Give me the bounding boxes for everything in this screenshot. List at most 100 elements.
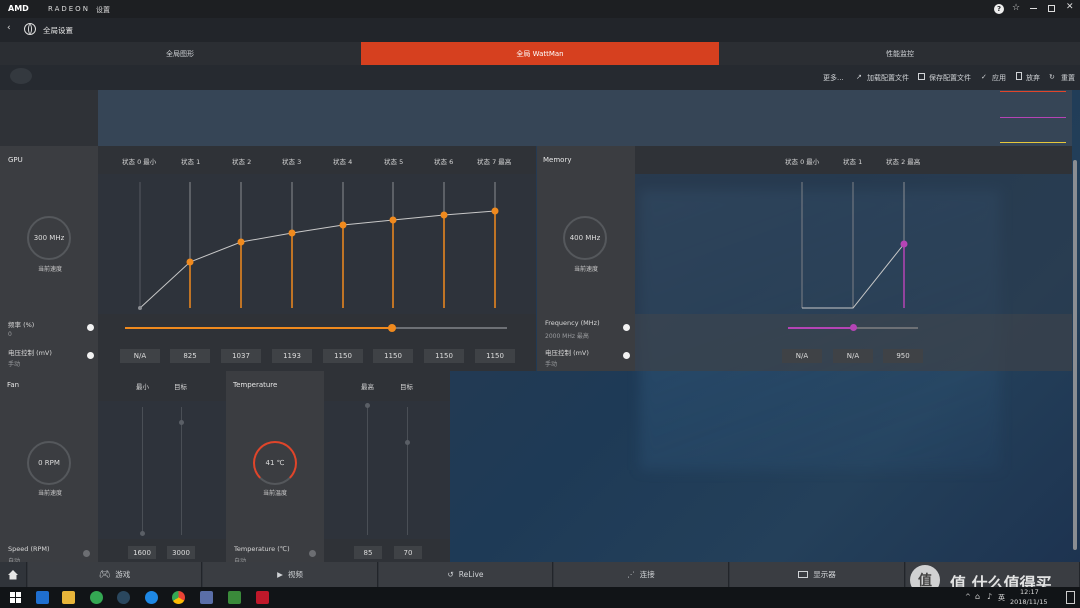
nav-relive-label: ReLive [458,570,484,579]
browser-blue-icon[interactable] [145,591,158,604]
clock-date[interactable]: 2018/11/15 [1010,598,1047,606]
nav-display[interactable]: 显示器 [730,562,905,587]
gpu-voltage-state-5[interactable]: 1150 [373,349,413,363]
temperature-target-value[interactable]: 70 [394,546,422,559]
ime-indicator[interactable]: 英 [998,593,1005,603]
gpu-frequency-toggle[interactable] [87,324,94,331]
memory-frequency-thumb[interactable] [849,324,857,331]
gpu-voltage-state-2[interactable]: 1037 [221,349,261,363]
temperature-max-value[interactable]: 85 [354,546,382,559]
app-purple-icon[interactable] [200,591,213,604]
nav-gaming[interactable]: 🎮︎ 游戏 [28,562,202,587]
tab-performance-monitor[interactable]: 性能监控 [720,42,1080,65]
fan-speed-gauge: 0 RPM [27,441,71,485]
load-profile-button[interactable]: 加载配置文件 [867,73,909,83]
app-green-icon[interactable] [90,591,103,604]
memory-voltage-toggle[interactable] [623,352,630,359]
memory-voltage-state-1[interactable]: N/A [833,349,873,363]
memory-voltage-state-2[interactable]: 950 [883,349,923,363]
fan-target-value[interactable]: 3000 [167,546,195,559]
gpu-frequency-fill [125,327,393,329]
memory-voltage-state-0[interactable]: N/A [782,349,822,363]
temperature-target-point[interactable] [405,440,410,445]
gpu-voltage-state-1[interactable]: 825 [170,349,210,363]
edge-icon[interactable] [36,591,49,604]
chrome-icon[interactable] [172,591,185,604]
memory-curve-svg[interactable] [635,174,1072,314]
memory-frequency-toggle[interactable] [623,324,630,331]
nav-video[interactable]: ▶ 视频 [203,562,378,587]
gpu-voltage-state-0[interactable]: N/A [120,349,160,363]
steam-icon[interactable] [117,591,130,604]
gpu-frequency-thumb[interactable] [388,324,397,332]
gpu-voltage-state-3[interactable]: 1193 [272,349,312,363]
star-icon[interactable]: ☆ [1012,3,1020,13]
share-icon[interactable]: ↗ [856,73,862,81]
close-icon[interactable]: ✕ [1066,2,1074,12]
globe-icon [24,23,36,35]
memory-header-cell: Memory [537,146,635,174]
file-explorer-icon[interactable] [62,591,75,604]
temperature-toggle[interactable] [309,550,316,557]
tab-bar: 全局图形 全局 WattMan 性能监控 [0,42,1080,65]
home-button[interactable] [0,562,27,587]
windows-start-icon[interactable] [10,592,21,603]
discard-button[interactable]: 放弃 [1026,73,1040,83]
gpu-voltage-toggle[interactable] [87,352,94,359]
gpu-voltage-state-4[interactable]: 1150 [323,349,363,363]
discard-icon[interactable] [1016,72,1022,80]
nav-relive[interactable]: ↺ ReLive [379,562,553,587]
notification-icon[interactable] [1066,591,1075,604]
gpu-speed-gauge: 300 MHz [27,216,71,260]
gpu-state-6-label: 状态 6 [434,158,454,166]
gpu-gauge-label: 当前速度 [38,266,63,273]
gpu-voltage-state-7[interactable]: 1150 [475,349,515,363]
save-icon[interactable] [918,73,925,80]
minimize-icon[interactable] [1030,8,1037,9]
gpu-voltage-label: 电压控制 (mV) [8,349,52,357]
reset-icon[interactable]: ↻ [1049,73,1055,81]
temperature-cols-header: 最高 目标 [324,371,450,401]
back-icon[interactable]: ‹ [7,23,11,33]
memory-state-2-label: 状态 2 最高 [886,158,921,166]
fan-speed-toggle[interactable] [83,550,90,557]
temperature-values-cell: 85 70 [324,539,450,562]
gpu-header-cell: GPU [0,146,98,174]
reset-button[interactable]: 重置 [1061,73,1075,83]
app-green-square-icon[interactable] [228,591,241,604]
fan-min-point[interactable] [140,531,145,536]
page-title: 全局设置 [43,26,73,35]
restore-icon[interactable] [1048,5,1055,12]
memory-frequency-fill [788,327,853,329]
gpu-curve-svg[interactable] [98,174,536,314]
tab-global-graphics[interactable]: 全局图形 [0,42,360,65]
help-icon[interactable]: ? [994,4,1004,14]
gpu-voltage-state-6[interactable]: 1150 [424,349,464,363]
fan-target-point[interactable] [179,420,184,425]
save-profile-button[interactable]: 保存配置文件 [929,73,971,83]
gpu-voltage-mode: 手动 [8,361,21,368]
more-button[interactable]: 更多... [823,73,844,83]
tray-arrow-icon[interactable]: ^ [965,593,971,601]
gamepad-icon: 🎮︎ [98,569,111,580]
nav-connect-label: 连接 [639,570,655,579]
apply-button[interactable]: 应用 [992,73,1006,83]
volume-icon[interactable]: ♪ [987,592,992,601]
amd-radeon-taskbar-icon[interactable] [256,591,269,604]
graph-side-panel [0,90,98,146]
clock-time[interactable]: 12:17 [1020,588,1039,596]
fan-gauge-cell: 0 RPM 当前速度 [0,401,98,539]
gpu-frequency-label: 频率 (%) [8,321,35,329]
network-icon[interactable]: ⌂ [975,592,980,601]
fan-min-line [142,407,143,535]
temperature-max-point[interactable] [365,403,370,408]
gpu-title: GPU [8,156,23,164]
gpu-state-0-label: 状态 0 最小 [122,158,157,166]
temperature-gauge-cell: 41 ℃ 当前温度 [226,401,324,539]
monitor-graph-panel [98,90,1072,146]
tab-global-wattman[interactable]: 全局 WattMan [361,42,719,65]
fan-min-value[interactable]: 1600 [128,546,156,559]
nav-connect[interactable]: ⋰ 连接 [554,562,729,587]
check-icon[interactable]: ✓ [981,73,987,81]
vertical-scrollbar[interactable] [1073,160,1077,550]
